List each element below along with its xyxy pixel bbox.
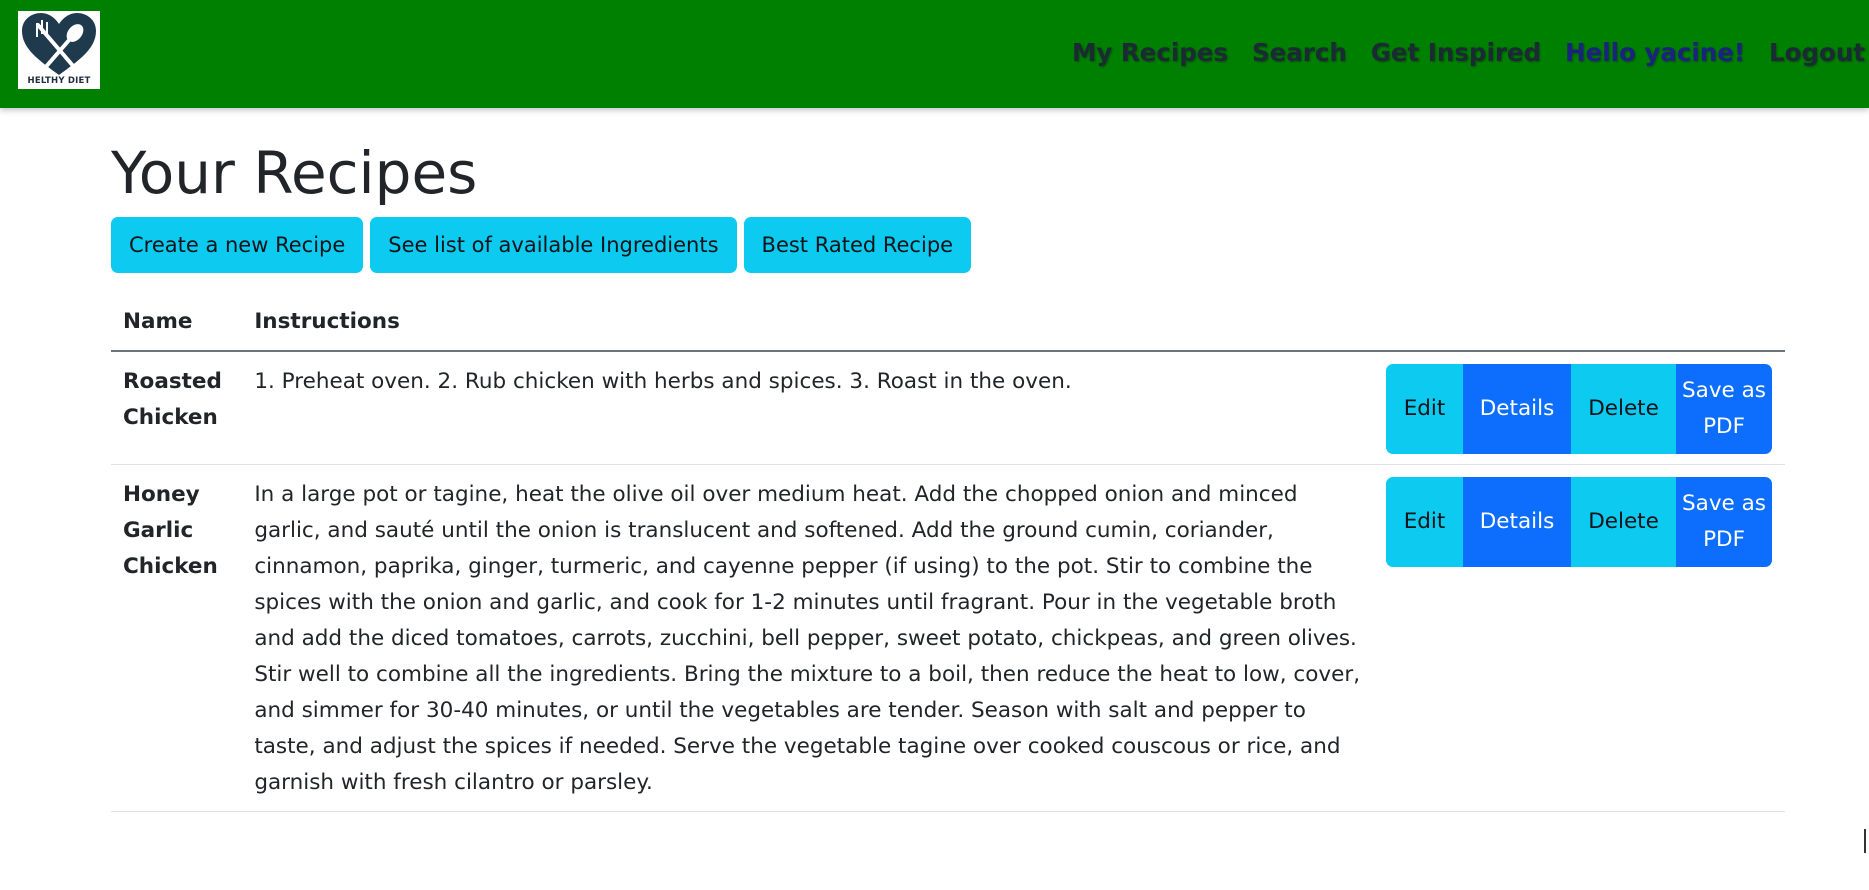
table-row: Roasted Chicken 1. Preheat oven. 2. Rub …	[111, 351, 1785, 465]
recipe-instructions: 1. Preheat oven. 2. Rub chicken with her…	[242, 351, 1375, 465]
recipe-instructions: In a large pot or tagine, heat the olive…	[242, 464, 1375, 812]
recipe-name: Honey Garlic Chicken	[111, 464, 243, 812]
best-rated-recipe-button[interactable]: Best Rated Recipe	[743, 217, 972, 273]
edit-button[interactable]: Edit	[1386, 477, 1464, 567]
details-button[interactable]: Details	[1463, 477, 1572, 567]
recipe-name: Roasted Chicken	[111, 351, 243, 465]
page-title: Your Recipes	[111, 139, 478, 207]
nav-logout[interactable]: Logout	[1769, 38, 1865, 67]
table-row: Honey Garlic Chicken In a large pot or t…	[111, 464, 1785, 812]
details-button[interactable]: Details	[1463, 364, 1572, 454]
nav-search[interactable]: Search	[1252, 38, 1347, 67]
ingredients-list-button[interactable]: See list of available Ingredients	[370, 217, 737, 273]
row-actions: Edit Details Delete Save as PDF	[1374, 351, 1785, 465]
edit-button[interactable]: Edit	[1386, 364, 1464, 454]
delete-button[interactable]: Delete	[1571, 364, 1677, 454]
brand-logo[interactable]: HELTHY DIET	[18, 11, 100, 89]
column-header-name: Name	[111, 292, 243, 352]
row-button-group: Edit Details Delete Save as PDF	[1386, 477, 1773, 567]
nav-user-greeting[interactable]: Hello yacine!	[1565, 38, 1745, 67]
save-pdf-button[interactable]: Save as PDF	[1676, 477, 1773, 567]
save-pdf-button[interactable]: Save as PDF	[1676, 364, 1773, 454]
create-recipe-button[interactable]: Create a new Recipe	[111, 217, 364, 273]
column-header-instructions: Instructions	[242, 292, 1375, 352]
row-actions: Edit Details Delete Save as PDF	[1374, 464, 1785, 812]
table-header-row: Name Instructions	[111, 292, 1785, 352]
nav-my-recipes[interactable]: My Recipes	[1072, 38, 1228, 67]
text-cursor-icon	[1864, 829, 1869, 853]
delete-button[interactable]: Delete	[1571, 477, 1677, 567]
row-button-group: Edit Details Delete Save as PDF	[1386, 364, 1773, 454]
page-actions: Create a new Recipe See list of availabl…	[111, 217, 978, 273]
brand-logo-text: HELTHY DIET	[27, 76, 91, 86]
navbar: HELTHY DIET My Recipes Search Get Inspir…	[0, 0, 1869, 108]
column-header-actions	[1374, 292, 1785, 352]
nav-links: My Recipes Search Get Inspired Hello yac…	[1048, 32, 1865, 72]
recipes-table: Name Instructions Roasted Chicken 1. Pre…	[111, 292, 1785, 812]
nav-get-inspired[interactable]: Get Inspired	[1371, 38, 1541, 67]
